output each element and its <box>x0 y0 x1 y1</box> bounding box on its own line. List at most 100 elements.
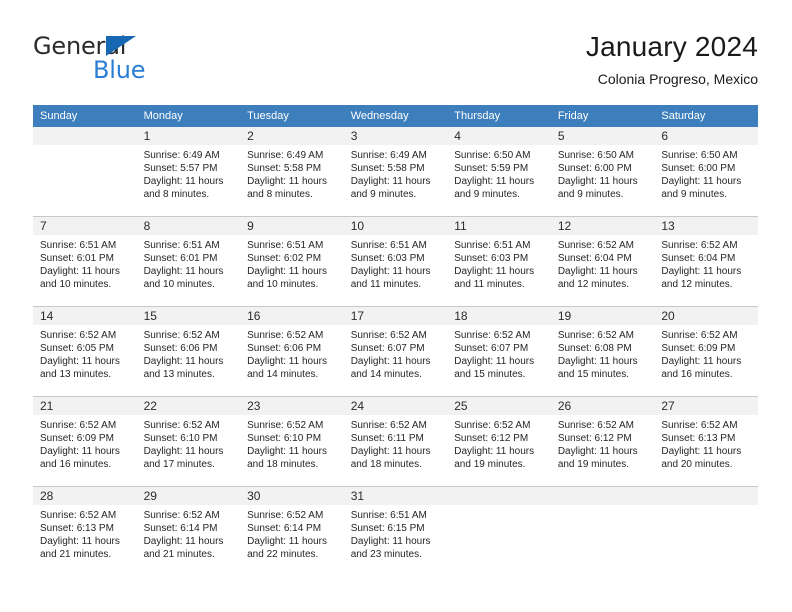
calendar-day-cell[interactable]: 1 Sunrise: 6:49 AM Sunset: 5:57 PM Daylight… <box>136 127 241 217</box>
day-sun-info: Sunrise: 6:51 AM Sunset: 6:02 PM Daylight:… <box>240 235 344 291</box>
calendar-day-cell[interactable]: 30 Sunrise: 6:52 AM Sunset: 6:14 PM Dayligh… <box>240 486 344 576</box>
day-number: 19 <box>550 307 655 325</box>
day-number: 29 <box>136 487 241 505</box>
calendar-day-cell[interactable]: 27 Sunrise: 6:52 AM Sunset: 6:13 PM Dayligh… <box>654 396 758 487</box>
calendar-day-cell[interactable]: 9 Sunrise: 6:51 AM Sunset: 6:02 PM Daylight… <box>240 216 344 307</box>
calendar-day-cell[interactable]: 28 Sunrise: 6:52 AM Sunset: 6:13 PM Dayligh… <box>33 486 137 576</box>
day-sun-info: Sunrise: 6:52 AM Sunset: 6:04 PM Daylight:… <box>551 235 655 291</box>
day-sun-info: Sunrise: 6:52 AM Sunset: 6:10 PM Daylight:… <box>137 415 241 471</box>
day-sun-info: Sunrise: 6:52 AM Sunset: 6:06 PM Daylight:… <box>240 325 344 381</box>
weekday-header-tuesday: Tuesday <box>240 105 344 127</box>
sunset-text: Sunset: 6:00 PM <box>661 163 736 175</box>
daylight-text-line2: and 16 minutes. <box>40 459 112 471</box>
sunset-text: Sunset: 6:14 PM <box>143 523 218 535</box>
day-sun-info: Sunrise: 6:49 AM Sunset: 5:57 PM Daylight:… <box>137 145 241 201</box>
daylight-text-line2: and 9 minutes. <box>661 189 727 201</box>
calendar-week-row: 21 Sunrise: 6:52 AM Sunset: 6:09 PM Dayligh… <box>33 396 758 487</box>
day-number: 25 <box>447 397 551 415</box>
daylight-text-line2: and 19 minutes. <box>557 459 629 471</box>
daylight-text-line2: and 22 minutes. <box>247 549 319 561</box>
weekday-header-thursday: Thursday <box>447 105 551 127</box>
daylight-text-line1: Daylight: 11 hours <box>247 356 327 368</box>
day-cell-inner: 19 Sunrise: 6:52 AM Sunset: 6:08 PM Dayligh… <box>550 307 655 396</box>
daylight-text-line1: Daylight: 11 hours <box>143 176 224 188</box>
calendar-day-cell[interactable]: 17 Sunrise: 6:52 AM Sunset: 6:07 PM Dayligh… <box>343 306 448 397</box>
calendar-day-cell[interactable]: 13 Sunrise: 6:52 AM Sunset: 6:04 PM Dayligh… <box>654 216 758 307</box>
calendar-day-cell[interactable]: 10 Sunrise: 6:51 AM Sunset: 6:03 PM Dayligh… <box>343 216 448 307</box>
generalblue-logo[interactable]: General Blue <box>33 32 243 90</box>
day-number <box>550 487 655 505</box>
calendar-day-cell[interactable]: 31 Sunrise: 6:51 AM Sunset: 6:15 PM Dayligh… <box>343 486 448 576</box>
calendar-day-cell[interactable]: 22 Sunrise: 6:52 AM Sunset: 6:10 PM Dayligh… <box>136 396 241 487</box>
day-cell-inner: 24 Sunrise: 6:52 AM Sunset: 6:11 PM Dayligh… <box>343 397 448 486</box>
sunset-text: Sunset: 6:04 PM <box>661 253 736 265</box>
calendar-day-cell[interactable]: 29 Sunrise: 6:52 AM Sunset: 6:14 PM Dayligh… <box>136 486 241 576</box>
calendar-day-cell[interactable]: 24 Sunrise: 6:52 AM Sunset: 6:11 PM Dayligh… <box>343 396 448 487</box>
calendar-day-cell[interactable]: 16 Sunrise: 6:52 AM Sunset: 6:06 PM Dayligh… <box>240 306 344 397</box>
daylight-text-line1: Daylight: 11 hours <box>350 356 431 368</box>
calendar-day-cell[interactable]: 25 Sunrise: 6:52 AM Sunset: 6:12 PM Dayligh… <box>447 396 551 487</box>
sunset-text: Sunset: 6:07 PM <box>350 343 425 355</box>
daylight-text-line1: Daylight: 11 hours <box>143 266 224 278</box>
day-number: 27 <box>654 397 758 415</box>
calendar-day-cell-empty <box>33 127 137 217</box>
day-cell-inner: 6 Sunrise: 6:50 AM Sunset: 6:00 PM Daylight… <box>654 127 758 216</box>
calendar-day-cell[interactable]: 7 Sunrise: 6:51 AM Sunset: 6:01 PM Daylight… <box>33 216 137 307</box>
sunrise-text: Sunrise: 6:51 AM <box>247 240 324 251</box>
calendar-day-cell[interactable]: 20 Sunrise: 6:52 AM Sunset: 6:09 PM Dayligh… <box>654 306 758 397</box>
daylight-text-line1: Daylight: 11 hours <box>247 266 327 278</box>
logo-triangle-icon <box>106 36 136 56</box>
calendar-day-cell[interactable]: 5 Sunrise: 6:50 AM Sunset: 6:00 PM Daylight… <box>550 127 655 217</box>
sunset-text: Sunset: 6:03 PM <box>350 253 425 265</box>
sunrise-text: Sunrise: 6:52 AM <box>557 420 634 431</box>
daylight-text-line2: and 11 minutes. <box>454 279 525 291</box>
calendar-day-cell[interactable]: 21 Sunrise: 6:52 AM Sunset: 6:09 PM Dayligh… <box>33 396 137 487</box>
calendar-day-cell[interactable]: 23 Sunrise: 6:52 AM Sunset: 6:10 PM Dayligh… <box>240 396 344 487</box>
day-cell-inner: 20 Sunrise: 6:52 AM Sunset: 6:09 PM Dayligh… <box>654 307 758 396</box>
day-sun-info <box>551 505 655 509</box>
calendar-day-cell[interactable]: 4 Sunrise: 6:50 AM Sunset: 5:59 PM Daylight… <box>447 127 551 217</box>
day-cell-inner: 28 Sunrise: 6:52 AM Sunset: 6:13 PM Dayligh… <box>33 487 137 576</box>
day-sun-info: Sunrise: 6:52 AM Sunset: 6:14 PM Daylight:… <box>240 505 344 561</box>
sunset-text: Sunset: 6:12 PM <box>557 433 632 445</box>
day-cell-inner: 2 Sunrise: 6:49 AM Sunset: 5:58 PM Daylight… <box>240 127 344 216</box>
day-number: 23 <box>240 397 344 415</box>
sunrise-text: Sunrise: 6:52 AM <box>661 420 738 431</box>
daylight-text-line1: Daylight: 11 hours <box>40 446 120 458</box>
calendar-day-cell[interactable]: 3 Sunrise: 6:49 AM Sunset: 5:58 PM Daylight… <box>343 127 448 217</box>
weekday-header-row: Sunday Monday Tuesday Wednesday Thursday Frid… <box>33 105 758 127</box>
daylight-text-line2: and 9 minutes. <box>454 189 520 201</box>
day-cell-inner: 14 Sunrise: 6:52 AM Sunset: 6:05 PM Dayligh… <box>33 307 137 396</box>
calendar-day-cell[interactable]: 19 Sunrise: 6:52 AM Sunset: 6:08 PM Dayligh… <box>550 306 655 397</box>
calendar-day-cell[interactable]: 18 Sunrise: 6:52 AM Sunset: 6:07 PM Dayligh… <box>447 306 551 397</box>
sunset-text: Sunset: 5:59 PM <box>454 163 529 175</box>
day-number: 21 <box>33 397 137 415</box>
sunrise-text: Sunrise: 6:51 AM <box>143 240 220 251</box>
sunset-text: Sunset: 6:05 PM <box>40 343 114 355</box>
sunset-text: Sunset: 6:00 PM <box>557 163 632 175</box>
sunset-text: Sunset: 5:58 PM <box>247 163 322 175</box>
day-sun-info: Sunrise: 6:52 AM Sunset: 6:09 PM Daylight:… <box>654 325 758 381</box>
day-cell-inner <box>33 127 137 216</box>
day-sun-info: Sunrise: 6:50 AM Sunset: 6:00 PM Daylight:… <box>654 145 758 201</box>
calendar-day-cell[interactable]: 15 Sunrise: 6:52 AM Sunset: 6:06 PM Dayligh… <box>136 306 241 397</box>
calendar-day-cell[interactable]: 11 Sunrise: 6:51 AM Sunset: 6:03 PM Dayligh… <box>447 216 551 307</box>
day-number: 1 <box>136 127 241 145</box>
sunrise-text: Sunrise: 6:52 AM <box>143 330 220 341</box>
sunset-text: Sunset: 6:06 PM <box>247 343 322 355</box>
sunset-text: Sunset: 6:06 PM <box>143 343 218 355</box>
daylight-text-line1: Daylight: 11 hours <box>454 266 535 278</box>
daylight-text-line2: and 18 minutes. <box>350 459 422 471</box>
calendar-day-cell[interactable]: 2 Sunrise: 6:49 AM Sunset: 5:58 PM Daylight… <box>240 127 344 217</box>
calendar-day-cell[interactable]: 14 Sunrise: 6:52 AM Sunset: 6:05 PM Dayligh… <box>33 306 137 397</box>
title-block: January 2024 Colonia Progreso, Mexico <box>586 30 758 87</box>
calendar-day-cell[interactable]: 12 Sunrise: 6:52 AM Sunset: 6:04 PM Dayligh… <box>550 216 655 307</box>
sunrise-text: Sunrise: 6:52 AM <box>350 420 427 431</box>
daylight-text-line2: and 8 minutes. <box>143 189 210 201</box>
calendar-day-cell[interactable]: 6 Sunrise: 6:50 AM Sunset: 6:00 PM Daylight… <box>654 127 758 217</box>
day-sun-info: Sunrise: 6:52 AM Sunset: 6:07 PM Daylight:… <box>447 325 551 381</box>
sunrise-text: Sunrise: 6:49 AM <box>247 150 324 161</box>
calendar-day-cell[interactable]: 8 Sunrise: 6:51 AM Sunset: 6:01 PM Daylight… <box>136 216 241 307</box>
calendar-day-cell[interactable]: 26 Sunrise: 6:52 AM Sunset: 6:12 PM Dayligh… <box>550 396 655 487</box>
day-sun-info: Sunrise: 6:49 AM Sunset: 5:58 PM Daylight:… <box>240 145 344 201</box>
